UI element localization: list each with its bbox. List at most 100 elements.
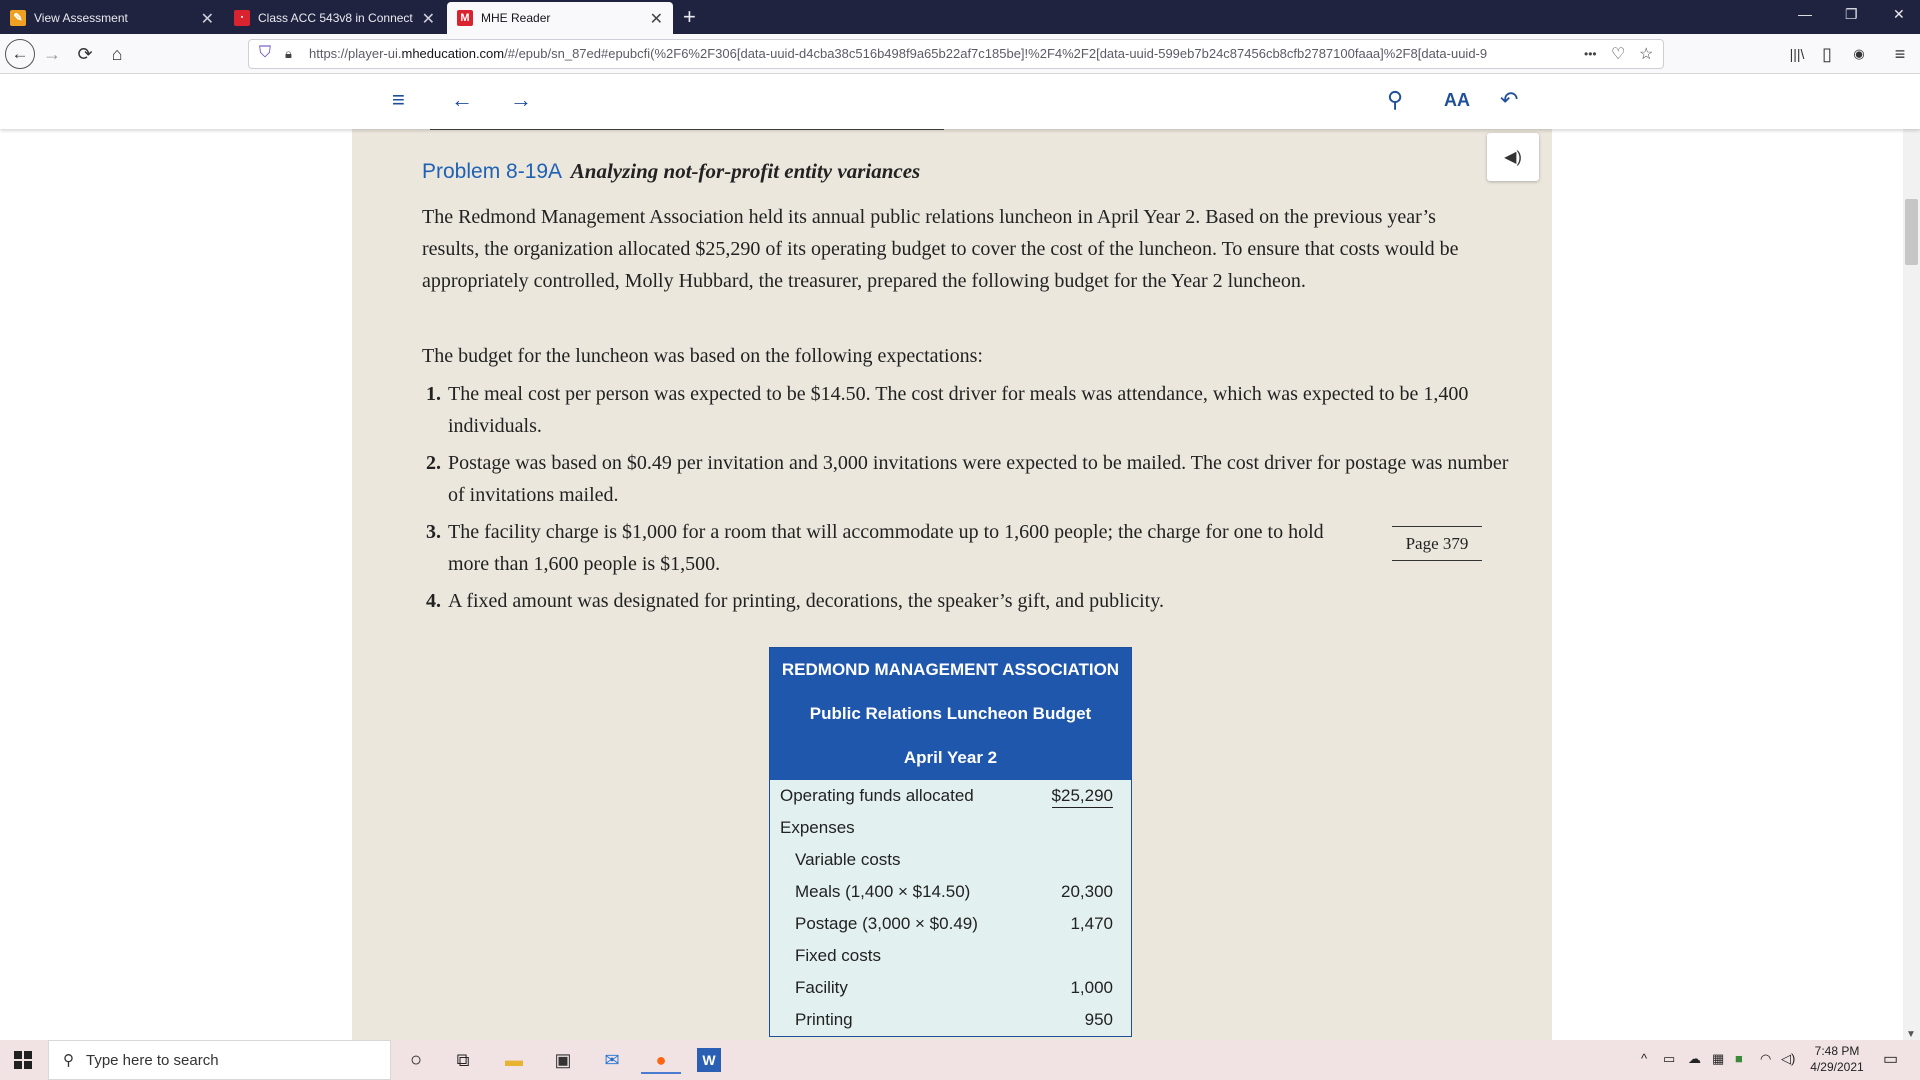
intro-paragraph: The Redmond Management Association held …	[422, 206, 1459, 292]
tab-label: MHE Reader	[481, 11, 551, 25]
menu-icon[interactable]: ≡	[1888, 42, 1912, 66]
tab-view-assessment[interactable]: ✎ View Assessment ✕	[0, 2, 224, 34]
close-tab-icon[interactable]: ✕	[422, 9, 435, 29]
connect-favicon-icon: ▪	[234, 10, 250, 26]
budget-table: REDMOND MANAGEMENT ASSOCIATION Public Re…	[769, 647, 1132, 1037]
previous-page-icon[interactable]: ←	[451, 87, 473, 113]
account-icon[interactable]: ◉	[1847, 42, 1871, 66]
windows-start-icon[interactable]	[14, 1051, 32, 1069]
budget-row-label: Meals (1,400 × $14.50)	[795, 882, 971, 901]
window-close-icon[interactable]: ✕	[1893, 6, 1905, 23]
home-icon[interactable]: ⌂	[105, 42, 129, 66]
search-icon: ⚲	[63, 1052, 74, 1069]
scrollbar-thumb[interactable]	[1905, 199, 1918, 265]
meet-now-icon[interactable]: ▭	[1663, 1051, 1675, 1067]
budget-row-value: 1,470	[1070, 914, 1113, 933]
reader-toolbar: ≡ ← → ⚲ AA ↶	[0, 75, 1920, 129]
clock-time: 7:48 PM	[1814, 1044, 1860, 1058]
back-arrow-icon[interactable]: ←	[5, 39, 35, 69]
tab-class-connect[interactable]: ▪ Class ACC 543v8 in Connect ✕	[224, 2, 445, 34]
search-icon[interactable]: ⚲	[1387, 87, 1403, 113]
tab-mhe-reader[interactable]: M MHE Reader ✕	[447, 2, 673, 34]
close-tab-icon[interactable]: ✕	[201, 9, 214, 29]
forward-arrow-icon[interactable]: →	[40, 42, 64, 66]
show-hidden-icons-icon[interactable]: ^	[1641, 1051, 1647, 1066]
budget-row-label: Facility	[795, 978, 848, 997]
reload-icon[interactable]: ⟳	[73, 42, 97, 66]
list-text: A fixed amount was designated for printi…	[448, 590, 1164, 612]
budget-row-value: $25,290	[1051, 786, 1113, 808]
more-actions-icon[interactable]: •••	[1584, 47, 1597, 61]
browser-nav-bar: ← → ⟳ ⌂ ⛉ 🔒︎ https://player-ui.mheducati…	[0, 34, 1920, 74]
speaker-icon: ◀︎)	[1504, 149, 1522, 166]
restore-icon[interactable]: ❐	[1845, 6, 1858, 23]
cortana-icon[interactable]: ○	[402, 1046, 430, 1074]
budget-table-header: REDMOND MANAGEMENT ASSOCIATION Public Re…	[770, 648, 1131, 780]
store-icon[interactable]: ▣	[549, 1046, 577, 1074]
problem-heading: Problem 8-19A Analyzing not-for-profit e…	[422, 159, 920, 184]
search-placeholder: Type here to search	[86, 1051, 219, 1069]
budget-row: Printing 950	[770, 1004, 1131, 1036]
table-of-contents-icon[interactable]: ≡	[392, 87, 405, 113]
onedrive-icon[interactable]: ☁	[1688, 1051, 1701, 1067]
minimize-icon[interactable]: —	[1798, 6, 1812, 22]
budget-row: Meals (1,400 × $14.50) 20,300	[770, 876, 1131, 908]
page-marker: Page 379	[1392, 526, 1482, 561]
pocket-icon[interactable]: ♡	[1611, 44, 1625, 64]
problem-number: Problem 8-19A	[422, 160, 561, 183]
budget-row-value: 1,000	[1070, 978, 1113, 997]
expectations-list: 1. The meal cost per person was expected…	[426, 378, 1516, 622]
budget-row-label: Printing	[795, 1010, 853, 1029]
url-path: /#/epub/sn_87ed#epubcfi(%2F6%2F306[data-…	[504, 46, 1488, 61]
budget-title: Public Relations Luncheon Budget	[809, 704, 1092, 723]
list-text: Postage was based on $0.49 per invitatio…	[448, 452, 1509, 506]
budget-row: Expenses	[770, 812, 1131, 844]
list-text: The meal cost per person was expected to…	[448, 383, 1469, 437]
budget-rows: Operating funds allocated $25,290 Expenses…	[770, 780, 1131, 1036]
wifi-icon[interactable]: ◠	[1760, 1051, 1771, 1067]
budget-row-label: Expenses	[780, 818, 855, 837]
budget-row: Variable costs	[770, 844, 1131, 876]
browser-tab-bar: ✎ View Assessment ✕ ▪ Class ACC 543v8 in…	[0, 0, 1920, 34]
url-text[interactable]: https://player-ui.mheducation.com/#/epub…	[309, 46, 1571, 61]
clock-date: 4/29/2021	[1810, 1060, 1864, 1074]
url-bar[interactable]: ⛉ 🔒︎ https://player-ui.mheducation.com/#…	[248, 39, 1664, 69]
library-icon[interactable]: |||\	[1785, 42, 1809, 66]
notifications-icon[interactable]: ▭	[1883, 1049, 1898, 1069]
shield-icon[interactable]: ⛉	[259, 44, 271, 62]
sidebar-icon[interactable]: ▯	[1815, 42, 1839, 66]
tab-label: Class ACC 543v8 in Connect	[258, 11, 413, 25]
next-page-icon[interactable]: →	[510, 87, 532, 113]
list-item: 4. A fixed amount was designated for pri…	[426, 585, 1516, 617]
budget-row-value: 950	[1084, 1010, 1113, 1029]
budget-row-value: 20,300	[1061, 882, 1113, 901]
new-tab-button[interactable]: +	[683, 4, 696, 30]
budget-row-label: Fixed costs	[795, 946, 881, 965]
page-scrollbar[interactable]: ▼	[1903, 129, 1920, 1040]
firefox-icon[interactable]: ●	[641, 1046, 681, 1074]
problem-title: Analyzing not-for-profit entity variance…	[570, 159, 921, 183]
scroll-down-arrow-icon[interactable]: ▼	[1906, 1029, 1916, 1040]
url-host: mheducation.com	[401, 46, 505, 61]
file-explorer-icon[interactable]: ▬	[500, 1046, 528, 1074]
lock-icon[interactable]: 🔒︎	[285, 46, 292, 62]
taskbar-clock[interactable]: 7:48 PM 4/29/2021	[1802, 1043, 1872, 1075]
task-view-icon[interactable]: ⧉	[449, 1046, 477, 1074]
text-size-icon[interactable]: AA	[1444, 90, 1470, 111]
taskbar-search-box[interactable]: ⚲ Type here to search	[48, 1040, 391, 1080]
list-item: 1. The meal cost per person was expected…	[426, 378, 1516, 442]
security-icon[interactable]: ▦	[1712, 1051, 1724, 1067]
volume-icon[interactable]: ◁)	[1781, 1051, 1795, 1067]
list-number: 1.	[426, 383, 441, 405]
audio-speaker-button[interactable]: ◀︎)	[1487, 133, 1539, 181]
list-text: The facility charge is $1,000 for a room…	[448, 521, 1324, 575]
word-icon[interactable]: W	[697, 1048, 721, 1072]
bookmark-star-icon[interactable]: ☆	[1639, 44, 1653, 64]
close-tab-icon[interactable]: ✕	[650, 9, 663, 29]
mail-icon[interactable]: ✉	[598, 1046, 626, 1074]
list-number: 2.	[426, 452, 441, 474]
pencil-favicon-icon: ✎	[10, 10, 26, 26]
budget-row-label: Operating funds allocated	[780, 786, 974, 805]
return-icon[interactable]: ↶	[1500, 87, 1518, 113]
app-tray-icon[interactable]: ■	[1735, 1051, 1743, 1066]
